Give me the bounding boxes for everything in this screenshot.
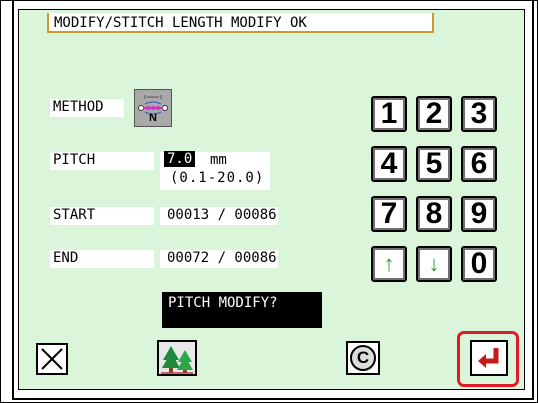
end-value: 00072 / 00086 bbox=[167, 250, 277, 266]
pitch-unit: mm bbox=[210, 152, 227, 168]
start-label: START bbox=[53, 207, 96, 223]
enter-icon bbox=[478, 348, 499, 368]
keypad-4-button[interactable]: 4 bbox=[371, 146, 407, 182]
device-frame: MODIFY/STITCH LENGTH MODIFY OK METHOD N … bbox=[0, 0, 538, 403]
pitch-label: PITCH bbox=[53, 152, 96, 168]
keypad-1-button[interactable]: 1 bbox=[371, 96, 407, 132]
needle-mode-letter: N bbox=[149, 112, 157, 124]
method-label: METHOD bbox=[53, 99, 104, 115]
tree-icon bbox=[161, 346, 193, 374]
keypad-5-button[interactable]: 5 bbox=[416, 146, 452, 182]
keypad-6-button[interactable]: 6 bbox=[461, 146, 497, 182]
keypad-9-button[interactable]: 9 bbox=[461, 196, 497, 232]
down-arrow-button[interactable]: ↓ bbox=[416, 246, 452, 282]
pitch-value[interactable]: 7.0 bbox=[164, 151, 196, 167]
tree-button[interactable] bbox=[157, 340, 197, 376]
cancel-button[interactable] bbox=[36, 343, 68, 375]
up-arrow-button[interactable]: ↑ bbox=[371, 246, 407, 282]
start-value: 00013 / 00086 bbox=[167, 207, 277, 223]
clear-button[interactable]: C bbox=[346, 341, 380, 375]
clear-icon: C bbox=[350, 345, 376, 371]
enter-button[interactable] bbox=[470, 340, 508, 376]
needle-mode-icon[interactable]: N bbox=[134, 89, 172, 127]
keypad-7-button[interactable]: 7 bbox=[371, 196, 407, 232]
pitch-range: (0.1-20.0) bbox=[170, 170, 265, 186]
keypad-8-button[interactable]: 8 bbox=[416, 196, 452, 232]
keypad-2-button[interactable]: 2 bbox=[416, 96, 452, 132]
end-label: END bbox=[53, 250, 79, 266]
close-icon bbox=[41, 348, 63, 370]
confirm-message: PITCH MODIFY? bbox=[162, 292, 322, 328]
keypad-0-button[interactable]: 0 bbox=[461, 246, 497, 282]
screen-title: MODIFY/STITCH LENGTH MODIFY OK bbox=[47, 13, 434, 33]
clear-label: C bbox=[356, 348, 370, 367]
keypad-3-button[interactable]: 3 bbox=[461, 96, 497, 132]
